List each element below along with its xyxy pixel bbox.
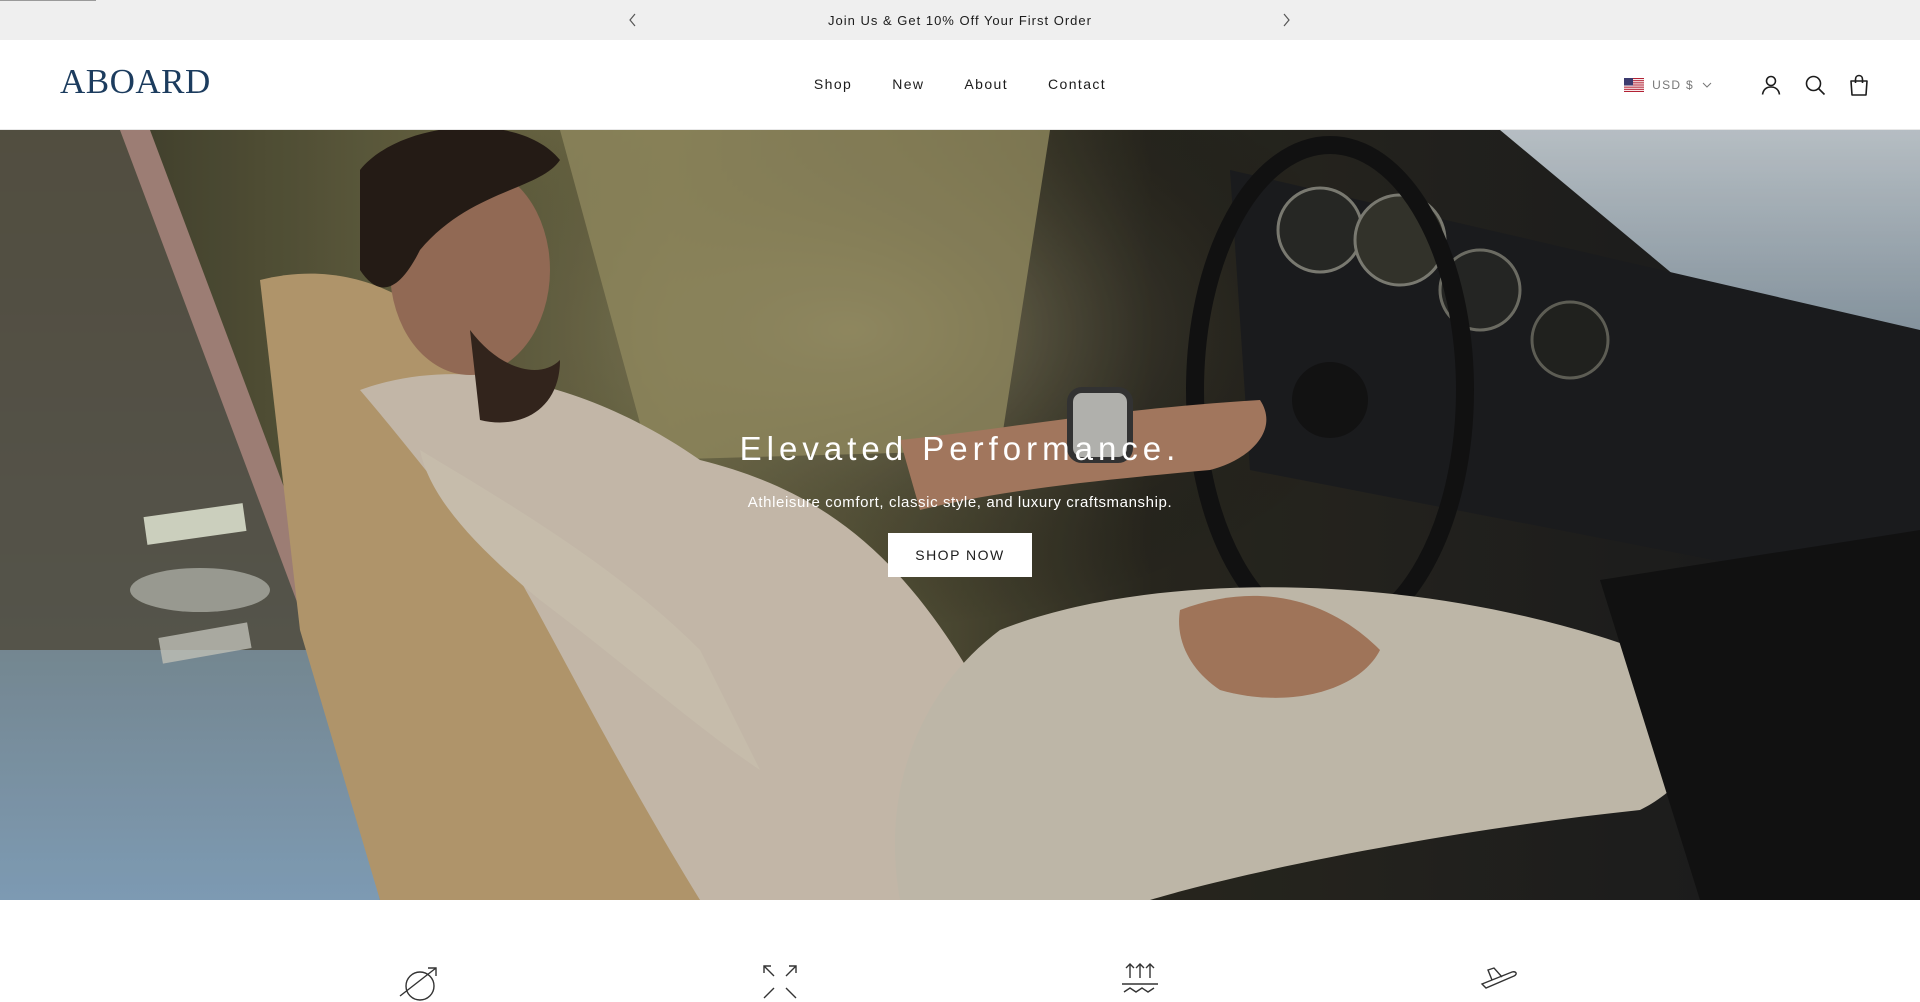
breathable-icon bbox=[1122, 963, 1158, 993]
currency-code: USD $ bbox=[1652, 78, 1694, 92]
features-row bbox=[0, 900, 1920, 1001]
announcement-bar: Join Us & Get 10% Off Your First Order bbox=[0, 0, 1920, 40]
announcement-progress bbox=[0, 0, 96, 1]
site-header: ABOARD Shop New About Contact USD $ bbox=[0, 40, 1920, 130]
account-icon[interactable] bbox=[1758, 72, 1784, 98]
currency-selector[interactable]: USD $ bbox=[1624, 78, 1712, 92]
chevron-right-icon[interactable] bbox=[1277, 11, 1295, 29]
no-wrinkle-icon bbox=[399, 967, 437, 1001]
chevron-down-icon bbox=[1702, 82, 1712, 88]
shop-now-button[interactable]: SHOP NOW bbox=[888, 533, 1032, 577]
hero-title: Elevated Performance. bbox=[739, 430, 1181, 467]
hero-banner: Elevated Performance. Athleisure comfort… bbox=[0, 130, 1920, 900]
chevron-left-icon[interactable] bbox=[624, 11, 642, 29]
hero-content: Elevated Performance. Athleisure comfort… bbox=[0, 430, 1920, 577]
search-icon[interactable] bbox=[1802, 72, 1828, 98]
nav-item-about[interactable]: About bbox=[964, 76, 1008, 92]
bag-icon[interactable] bbox=[1846, 72, 1872, 98]
nav-item-shop[interactable]: Shop bbox=[814, 76, 852, 92]
nav-item-new[interactable]: New bbox=[892, 76, 924, 92]
stretch-icon bbox=[763, 965, 797, 999]
us-flag-icon bbox=[1624, 78, 1645, 92]
nav-item-contact[interactable]: Contact bbox=[1048, 76, 1106, 92]
announcement-message[interactable]: Join Us & Get 10% Off Your First Order bbox=[828, 13, 1092, 28]
header-tools: USD $ bbox=[1624, 69, 1872, 101]
hero-subtitle: Athleisure comfort, classic style, and l… bbox=[747, 494, 1173, 511]
travel-icon bbox=[1480, 967, 1517, 989]
